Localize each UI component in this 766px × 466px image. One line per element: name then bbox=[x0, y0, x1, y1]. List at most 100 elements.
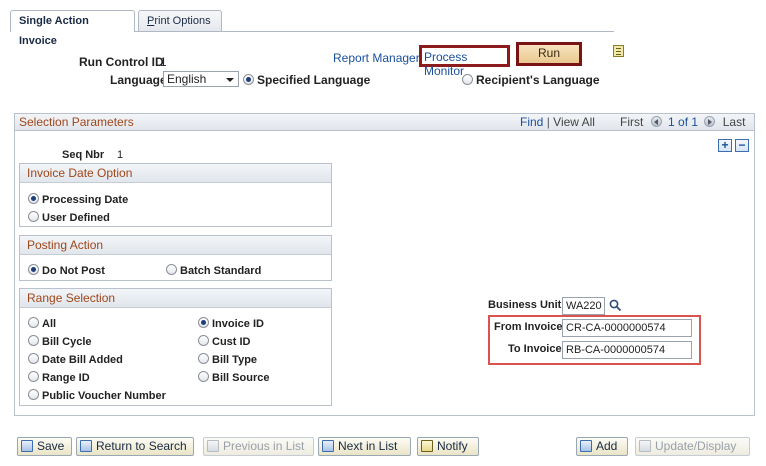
last-link[interactable]: Last bbox=[723, 115, 746, 129]
range-public-voucher-radio[interactable] bbox=[28, 389, 39, 400]
report-icon[interactable] bbox=[613, 45, 624, 57]
save-label: Save bbox=[37, 439, 65, 453]
business-unit-input[interactable]: WA220 bbox=[562, 297, 605, 315]
range-cust-id-radio[interactable] bbox=[198, 335, 209, 346]
lookup-search-icon[interactable] bbox=[609, 299, 622, 315]
notify-button[interactable]: Notify bbox=[417, 437, 479, 456]
range-range-id-radio[interactable] bbox=[28, 371, 39, 382]
previous-in-list-button[interactable]: Previous in List bbox=[203, 437, 314, 456]
range-public-voucher-option[interactable]: Public Voucher Number bbox=[28, 389, 166, 402]
processing-date-label: Processing Date bbox=[42, 194, 129, 206]
run-button[interactable]: Run bbox=[516, 42, 582, 66]
view-all-link[interactable]: View All bbox=[553, 115, 595, 129]
do-not-post-radio[interactable] bbox=[28, 264, 39, 275]
search-icon bbox=[80, 440, 92, 452]
run-control-label: Run Control ID bbox=[79, 55, 164, 69]
from-invoice-input[interactable]: CR-CA-0000000574 bbox=[562, 319, 692, 337]
business-unit-label: Business Unit bbox=[488, 299, 562, 311]
range-date-bill-added-label: Date Bill Added bbox=[42, 354, 123, 366]
previous-list-icon bbox=[207, 440, 219, 452]
recipient-language-label: Recipient's Language bbox=[476, 73, 600, 87]
batch-standard-radio[interactable] bbox=[166, 264, 177, 275]
range-invoice-id-option[interactable]: Invoice ID bbox=[198, 317, 264, 330]
range-selection-title: Range Selection bbox=[20, 289, 331, 308]
notify-label: Notify bbox=[437, 439, 468, 453]
range-bill-cycle-radio[interactable] bbox=[28, 335, 39, 346]
next-arrow-icon[interactable] bbox=[704, 116, 716, 127]
range-date-bill-added-option[interactable]: Date Bill Added bbox=[28, 353, 123, 366]
user-defined-option[interactable]: User Defined bbox=[28, 211, 110, 224]
range-bill-source-option[interactable]: Bill Source bbox=[198, 371, 269, 384]
save-button[interactable]: Save bbox=[17, 437, 72, 456]
previous-in-list-label: Previous in List bbox=[223, 439, 305, 453]
specified-language-label: Specified Language bbox=[257, 73, 371, 87]
specified-language-radio[interactable] bbox=[243, 74, 254, 85]
tab-print-options[interactable]: Print Options bbox=[138, 10, 222, 31]
add-button[interactable]: Add bbox=[576, 437, 628, 456]
find-link[interactable]: Find bbox=[520, 115, 543, 129]
seq-nbr-label: Seq Nbr bbox=[62, 149, 105, 161]
add-icon bbox=[580, 440, 592, 452]
grid-nav: Find | View All bbox=[520, 114, 595, 130]
return-to-search-label: Return to Search bbox=[96, 439, 187, 453]
previous-arrow-icon[interactable] bbox=[650, 116, 662, 127]
update-display-label: Update/Display bbox=[655, 439, 737, 453]
do-not-post-option[interactable]: Do Not Post bbox=[28, 264, 105, 277]
update-display-icon bbox=[639, 440, 651, 452]
range-invoice-id-radio[interactable] bbox=[198, 317, 209, 328]
selection-parameters-header: Selection Parameters Find | View All Fir… bbox=[14, 113, 755, 131]
range-cust-id-label: Cust ID bbox=[212, 336, 251, 348]
next-list-icon bbox=[322, 440, 334, 452]
return-to-search-button[interactable]: Return to Search bbox=[76, 437, 194, 456]
posting-action-title: Posting Action bbox=[20, 236, 331, 255]
range-range-id-label: Range ID bbox=[42, 372, 90, 384]
recipient-language-option[interactable]: Recipient's Language bbox=[462, 73, 600, 87]
range-date-bill-added-radio[interactable] bbox=[28, 353, 39, 364]
delete-row-button[interactable]: − bbox=[735, 139, 749, 152]
from-invoice-label: From Invoice bbox=[494, 321, 563, 333]
selection-parameters-title: Selection Parameters bbox=[19, 115, 134, 129]
pager: First 1 of 1 Last bbox=[620, 114, 745, 130]
batch-standard-option[interactable]: Batch Standard bbox=[166, 264, 261, 277]
range-bill-type-label: Bill Type bbox=[212, 354, 258, 366]
nav-separator: | bbox=[546, 115, 550, 129]
specified-language-option[interactable]: Specified Language bbox=[243, 73, 370, 87]
range-bill-type-option[interactable]: Bill Type bbox=[198, 353, 257, 366]
row-count: 1 of 1 bbox=[668, 115, 699, 129]
report-manager-link[interactable]: Report Manager bbox=[333, 51, 420, 65]
range-bill-source-label: Bill Source bbox=[212, 372, 270, 384]
language-select[interactable]: English bbox=[163, 71, 239, 87]
to-invoice-label: To Invoice bbox=[508, 343, 562, 355]
range-public-voucher-label: Public Voucher Number bbox=[42, 390, 166, 402]
range-cust-id-option[interactable]: Cust ID bbox=[198, 335, 251, 348]
add-row-button[interactable]: + bbox=[718, 139, 732, 152]
to-invoice-input[interactable]: RB-CA-0000000574 bbox=[562, 341, 692, 359]
add-label: Add bbox=[596, 439, 618, 453]
recipient-language-radio[interactable] bbox=[462, 74, 473, 85]
invoice-date-title: Invoice Date Option bbox=[20, 164, 331, 183]
range-all-radio[interactable] bbox=[28, 317, 39, 328]
process-monitor-highlight: Process Monitor bbox=[419, 45, 510, 78]
next-in-list-button[interactable]: Next in List bbox=[318, 437, 411, 456]
first-link[interactable]: First bbox=[620, 115, 643, 129]
update-display-button[interactable]: Update/Display bbox=[635, 437, 750, 456]
next-in-list-label: Next in List bbox=[338, 439, 398, 453]
range-invoice-id-label: Invoice ID bbox=[212, 318, 264, 330]
language-select-value: English bbox=[167, 72, 207, 86]
language-label: Language bbox=[110, 73, 167, 87]
range-all-label: All bbox=[42, 318, 57, 330]
range-bill-cycle-option[interactable]: Bill Cycle bbox=[28, 335, 92, 348]
batch-standard-label: Batch Standard bbox=[180, 265, 262, 277]
tab-print-options-label: rint Options bbox=[154, 15, 211, 27]
save-icon bbox=[21, 440, 33, 452]
range-bill-source-radio[interactable] bbox=[198, 371, 209, 382]
range-all-option[interactable]: All bbox=[28, 317, 56, 330]
range-bill-cycle-label: Bill Cycle bbox=[42, 336, 92, 348]
range-range-id-option[interactable]: Range ID bbox=[28, 371, 90, 384]
user-defined-radio[interactable] bbox=[28, 211, 39, 222]
processing-date-radio[interactable] bbox=[28, 193, 39, 204]
range-bill-type-radio[interactable] bbox=[198, 353, 209, 364]
do-not-post-label: Do Not Post bbox=[42, 265, 105, 277]
tab-single-action-invoice[interactable]: Single Action Invoice bbox=[10, 10, 135, 47]
processing-date-option[interactable]: Processing Date bbox=[28, 193, 128, 206]
